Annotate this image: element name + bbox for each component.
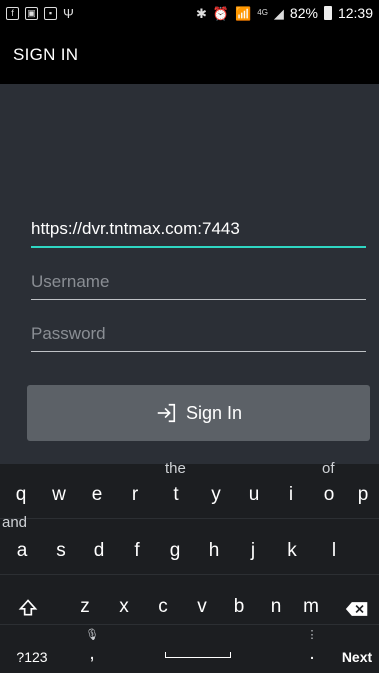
key-z[interactable]: z xyxy=(68,576,102,626)
backspace-icon xyxy=(345,602,368,616)
key-e[interactable]: e xyxy=(80,464,114,514)
keyboard-row-4: ?123 🎙 , ⋮ . Next xyxy=(0,626,379,673)
more-icon: ⋮ xyxy=(306,629,318,641)
alarm-icon: ⏰ xyxy=(212,5,230,21)
space-bar[interactable] xyxy=(120,626,280,673)
symbols-key[interactable]: ?123 xyxy=(4,626,60,673)
shift-icon xyxy=(18,599,38,616)
keyboard-row-1: q w e r the t y u i of o p xyxy=(0,460,379,514)
password-input[interactable] xyxy=(31,318,366,352)
sign-in-label: Sign In xyxy=(185,402,243,423)
comma-key[interactable]: 🎙 , xyxy=(72,626,112,673)
key-a-label: a xyxy=(16,540,28,561)
login-icon xyxy=(157,403,176,423)
next-key[interactable]: Next xyxy=(336,626,378,673)
key-b[interactable]: b xyxy=(222,576,256,626)
gallery-icon: ▣ xyxy=(25,6,38,20)
key-j[interactable]: j xyxy=(236,520,270,570)
signal-label: 4G xyxy=(257,8,268,17)
status-bar: f ▣ ▪ Ψ ✱ ⏰ 📶 4G ◢ 82% 12:39 xyxy=(0,0,379,26)
shift-key[interactable] xyxy=(8,576,48,626)
key-a[interactable]: and a xyxy=(2,514,42,570)
keyboard-row-2: and a s d f g h j k l xyxy=(0,514,379,570)
key-o-label: o xyxy=(323,484,335,505)
image-icon: ▪ xyxy=(44,6,57,20)
suggestion-and: and xyxy=(2,514,28,531)
key-s[interactable]: s xyxy=(44,520,78,570)
key-n[interactable]: n xyxy=(259,576,293,626)
key-d[interactable]: d xyxy=(82,520,116,570)
status-left: f ▣ ▪ Ψ xyxy=(6,5,74,21)
wifi-icon: 📶 xyxy=(235,5,252,21)
battery-icon xyxy=(323,6,332,20)
key-h[interactable]: h xyxy=(197,520,231,570)
key-m[interactable]: m xyxy=(294,576,328,626)
server-url-input[interactable] xyxy=(31,214,366,248)
key-u[interactable]: u xyxy=(237,464,271,514)
period-label: . xyxy=(309,643,315,664)
status-right: ✱ ⏰ 📶 4G ◢ 82% 12:39 xyxy=(196,5,373,21)
backspace-key[interactable] xyxy=(337,576,377,626)
space-icon xyxy=(165,652,231,658)
period-key[interactable]: ⋮ . xyxy=(292,626,332,673)
key-x[interactable]: x xyxy=(107,576,141,626)
bluetooth-icon: ✱ xyxy=(195,5,207,21)
battery-percent: 82% xyxy=(289,5,318,21)
suggestion-the: the xyxy=(165,460,186,477)
clock: 12:39 xyxy=(337,5,373,21)
key-f[interactable]: f xyxy=(120,520,154,570)
mic-icon: 🎙 xyxy=(85,629,99,641)
key-q[interactable]: q xyxy=(4,464,38,514)
app-bar: SIGN IN xyxy=(0,26,379,84)
keyboard-divider xyxy=(0,518,379,519)
suggestion-of: of xyxy=(322,460,335,477)
key-t-label: t xyxy=(173,484,179,505)
key-k[interactable]: k xyxy=(275,520,309,570)
sign-in-button[interactable]: Sign In xyxy=(27,385,370,441)
username-input[interactable] xyxy=(31,266,366,300)
key-i[interactable]: i xyxy=(274,464,308,514)
key-v[interactable]: v xyxy=(185,576,219,626)
key-c[interactable]: c xyxy=(146,576,180,626)
cell-signal-icon: ◢ xyxy=(273,5,284,21)
sign-in-form: Sign In xyxy=(0,84,379,464)
key-y[interactable]: y xyxy=(199,464,233,514)
keyboard-divider xyxy=(0,574,379,575)
usb-icon: Ψ xyxy=(63,5,74,21)
key-w[interactable]: w xyxy=(42,464,76,514)
key-g[interactable]: g xyxy=(158,520,192,570)
key-r[interactable]: r xyxy=(118,464,152,514)
key-p[interactable]: p xyxy=(348,464,378,514)
key-t[interactable]: the t xyxy=(156,460,196,514)
facebook-icon: f xyxy=(6,6,19,20)
key-o[interactable]: of o xyxy=(312,460,346,514)
keyboard: q w e r the t y u i of o p and a s d f g… xyxy=(0,460,379,673)
keyboard-row-3: z x c v b n m xyxy=(0,576,379,626)
page-title: SIGN IN xyxy=(13,45,79,64)
key-l[interactable]: l xyxy=(317,520,351,570)
comma-label: , xyxy=(89,643,95,664)
